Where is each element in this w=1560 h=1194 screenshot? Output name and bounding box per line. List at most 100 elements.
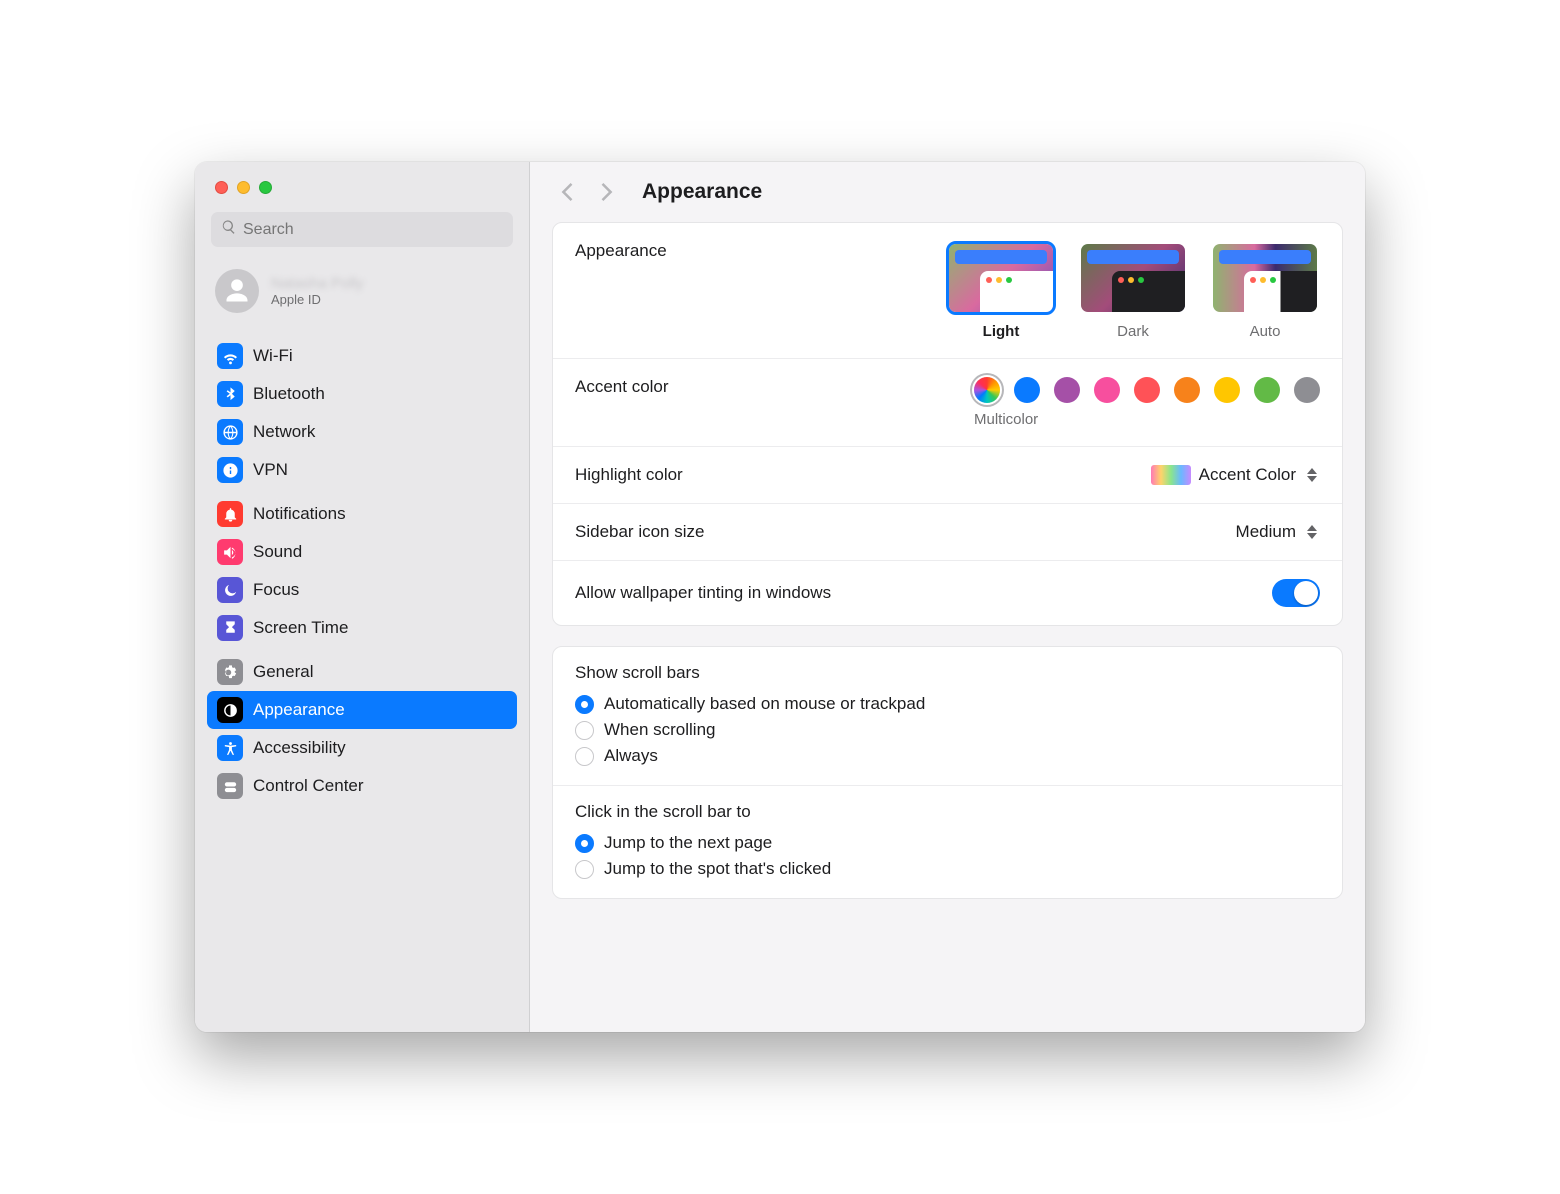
sidebar-item-wi-fi[interactable]: Wi-Fi <box>207 337 517 375</box>
sidebar-item-accessibility[interactable]: Accessibility <box>207 729 517 767</box>
globe-icon <box>217 419 243 445</box>
accent-swatch-6[interactable] <box>1214 377 1240 403</box>
sidebar-item-sound[interactable]: Sound <box>207 533 517 571</box>
radio-label: Jump to the spot that's clicked <box>604 859 831 879</box>
radio-indicator-icon <box>575 860 594 879</box>
accent-swatch-2[interactable] <box>1054 377 1080 403</box>
back-button[interactable] <box>556 181 578 203</box>
scrollclick-option-1[interactable]: Jump to the spot that's clicked <box>575 856 1320 882</box>
stepper-icon <box>1304 525 1320 539</box>
sidebar: Natasha Polly Apple ID Wi-Fi Bluetooth Net… <box>195 162 530 1032</box>
speaker-icon <box>217 539 243 565</box>
sidebar-icon-row: Sidebar icon size Medium <box>553 504 1342 561</box>
accent-swatch-7[interactable] <box>1254 377 1280 403</box>
mode-label: Light <box>983 323 1020 340</box>
accent-swatch-4[interactable] <box>1134 377 1160 403</box>
sidebar-icon-label: Sidebar icon size <box>575 522 704 542</box>
accent-row: Accent color Multicolor <box>553 359 1342 447</box>
appearance-mode-light[interactable]: Light <box>946 241 1056 340</box>
sidebar-item-label: Sound <box>253 542 302 562</box>
content: Appearance Light Dark Auto Accent color Mu… <box>530 216 1365 941</box>
bluetooth-icon <box>217 381 243 407</box>
scrollbars-option-1[interactable]: When scrolling <box>575 717 1320 743</box>
accent-swatch-1[interactable] <box>1014 377 1040 403</box>
sidebar-item-label: Screen Time <box>253 618 348 638</box>
appearance-label: Appearance <box>575 241 667 261</box>
sidebar-item-bluetooth[interactable]: Bluetooth <box>207 375 517 413</box>
sidebar-item-network[interactable]: Network <box>207 413 517 451</box>
sidebar-item-control-center[interactable]: Control Center <box>207 767 517 805</box>
sidebar-item-label: Focus <box>253 580 299 600</box>
sidebar-item-notifications[interactable]: Notifications <box>207 495 517 533</box>
sidebar-item-focus[interactable]: Focus <box>207 571 517 609</box>
radio-label: Always <box>604 746 658 766</box>
avatar <box>215 269 259 313</box>
vpn-icon <box>217 457 243 483</box>
sidebar-group-2: Notifications Sound Focus Screen Time <box>207 495 517 647</box>
sidebar-item-general[interactable]: General <box>207 653 517 691</box>
radio-indicator-icon <box>575 834 594 853</box>
topbar: Appearance <box>530 162 1365 216</box>
minimize-window-button[interactable] <box>237 181 250 194</box>
mode-label: Auto <box>1250 323 1281 340</box>
sidebar-icon-value: Medium <box>1236 522 1296 542</box>
sidebar-item-label: Control Center <box>253 776 364 796</box>
account-row[interactable]: Natasha Polly Apple ID <box>207 261 517 331</box>
hourglass-icon <box>217 615 243 641</box>
scrollbars-options: Automatically based on mouse or trackpad… <box>575 691 1320 769</box>
fullscreen-window-button[interactable] <box>259 181 272 194</box>
forward-button[interactable] <box>596 181 618 203</box>
sidebar-item-label: Bluetooth <box>253 384 325 404</box>
radio-label: When scrolling <box>604 720 716 740</box>
scrollclick-options: Jump to the next page Jump to the spot th… <box>575 830 1320 882</box>
mode-label: Dark <box>1117 323 1149 340</box>
appearance-mode-dark[interactable]: Dark <box>1078 241 1188 340</box>
accent-label: Accent color <box>575 377 669 397</box>
scrollbars-option-2[interactable]: Always <box>575 743 1320 769</box>
sidebar-item-vpn[interactable]: VPN <box>207 451 517 489</box>
highlight-select[interactable]: Accent Color <box>1151 465 1320 485</box>
sidebar-item-label: VPN <box>253 460 288 480</box>
accent-caption: Multicolor <box>974 411 1038 428</box>
radio-indicator-icon <box>575 721 594 740</box>
tinting-label: Allow wallpaper tinting in windows <box>575 583 831 603</box>
wifi-icon <box>217 343 243 369</box>
close-window-button[interactable] <box>215 181 228 194</box>
accent-swatches <box>974 377 1320 403</box>
mode-thumb-icon <box>1078 241 1188 315</box>
tinting-row: Allow wallpaper tinting in windows <box>553 561 1342 625</box>
main-pane: Appearance Appearance Light Dark Auto Acce… <box>530 162 1365 1032</box>
settings-window: Natasha Polly Apple ID Wi-Fi Bluetooth Net… <box>195 162 1365 1032</box>
highlight-swatch-icon <box>1151 465 1191 485</box>
scroll-panel: Show scroll bars Automatically based on … <box>552 646 1343 899</box>
scrollbars-option-0[interactable]: Automatically based on mouse or trackpad <box>575 691 1320 717</box>
accent-swatch-3[interactable] <box>1094 377 1120 403</box>
radio-label: Automatically based on mouse or trackpad <box>604 694 925 714</box>
tinting-toggle[interactable] <box>1272 579 1320 607</box>
search-input[interactable] <box>243 221 503 239</box>
moon-icon <box>217 577 243 603</box>
highlight-label: Highlight color <box>575 465 683 485</box>
sidebar-group-3: General AppearanceAccessibility Control Ce… <box>207 653 517 805</box>
mode-thumb-icon <box>946 241 1056 315</box>
scrollclick-option-0[interactable]: Jump to the next page <box>575 830 1320 856</box>
accent-swatch-8[interactable] <box>1294 377 1320 403</box>
radio-indicator-icon <box>575 695 594 714</box>
sidebar-icon-select[interactable]: Medium <box>1236 522 1320 542</box>
sidebar-item-screen-time[interactable]: Screen Time <box>207 609 517 647</box>
stepper-icon <box>1304 468 1320 482</box>
sidebar-item-appearance[interactable]: Appearance <box>207 691 517 729</box>
sidebar-item-label: General <box>253 662 313 682</box>
account-name: Natasha Polly <box>271 275 364 292</box>
bell-icon <box>217 501 243 527</box>
scrollclick-block: Click in the scroll bar to Jump to the n… <box>553 786 1342 898</box>
account-subtitle: Apple ID <box>271 292 364 307</box>
appearance-mode-auto[interactable]: Auto <box>1210 241 1320 340</box>
highlight-value: Accent Color <box>1199 465 1296 485</box>
scrollclick-label: Click in the scroll bar to <box>575 802 1320 822</box>
switches-icon <box>217 773 243 799</box>
accent-swatch-5[interactable] <box>1174 377 1200 403</box>
search-field[interactable] <box>211 212 513 247</box>
appearance-panel: Appearance Light Dark Auto Accent color Mu… <box>552 222 1343 626</box>
accent-swatch-0[interactable] <box>974 377 1000 403</box>
